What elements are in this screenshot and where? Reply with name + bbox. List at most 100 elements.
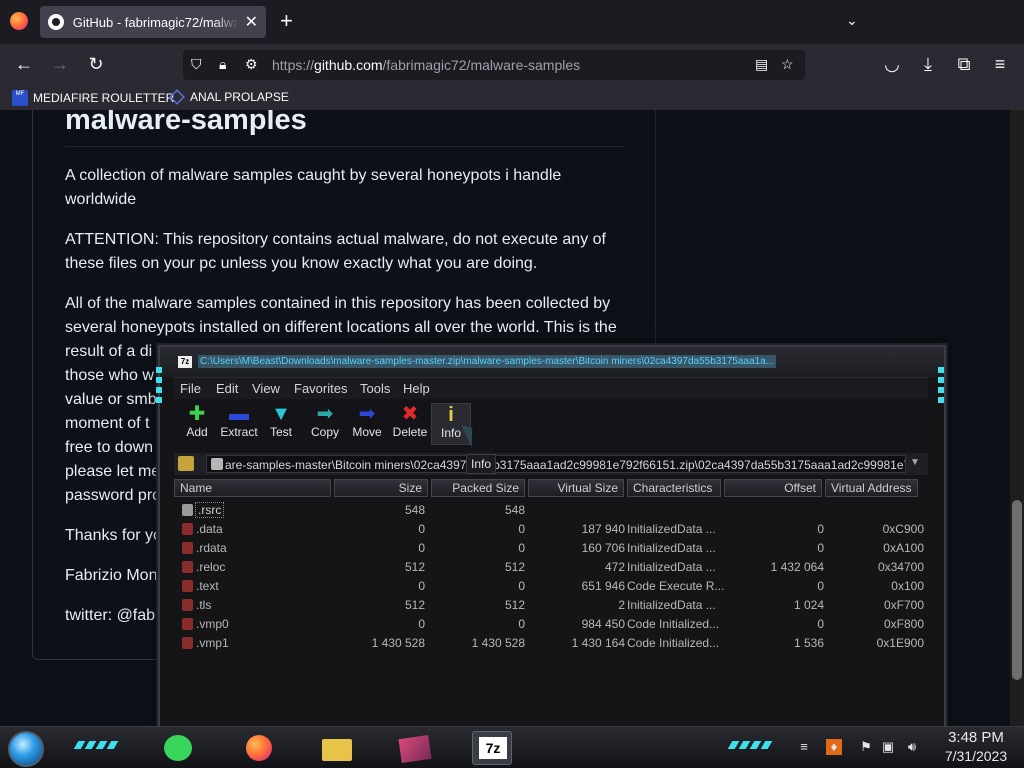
table-row[interactable]: .data 0 0 187 940 InitializedData ... 0 0xC900	[174, 520, 928, 539]
table-row[interactable]: .vmp1 1 430 528 1 430 528 1 430 164 Code Ini…	[174, 634, 928, 653]
sevenzip-taskbar-icon: 7z	[479, 737, 507, 759]
menu-favorites[interactable]: Favorites	[294, 381, 347, 396]
start-button[interactable]	[8, 731, 44, 767]
new-tab-button[interactable]: +	[280, 10, 293, 32]
chevron-down-icon[interactable]: ⌄	[846, 12, 858, 29]
menu-edit[interactable]: Edit	[216, 381, 238, 396]
extract-button[interactable]: ▬ Extract	[216, 403, 262, 439]
title-divider	[65, 146, 625, 147]
table-row[interactable]: .rsrc 548 548	[174, 501, 928, 520]
tray-app-icon[interactable]: ♦	[826, 739, 842, 755]
file-icon	[182, 542, 193, 554]
system-clock[interactable]: 3:48 PM 7/31/2023	[936, 729, 1016, 765]
cell-virtual-size: 472	[604, 560, 625, 574]
file-icon	[182, 561, 193, 573]
url-text[interactable]: https://github.com/fabrimagic72/malware-…	[272, 57, 580, 73]
menu-view[interactable]: View	[252, 381, 280, 396]
sevenzip-taskbar-button[interactable]: 7z	[472, 731, 512, 765]
table-row[interactable]: .tls 512 512 2 InitializedData ... 1 024 0xF70…	[174, 596, 928, 615]
clock-time: 3:48 PM	[948, 729, 1004, 746]
spotify-icon[interactable]	[158, 731, 198, 765]
page-scrollbar[interactable]	[1010, 110, 1024, 726]
lock-icon[interactable]: 🔒︎	[219, 56, 226, 73]
cell-packed-size: 512	[504, 598, 525, 612]
media-player-icon[interactable]	[394, 731, 434, 765]
pocket-icon[interactable]: ◡	[881, 54, 903, 74]
url-bar[interactable]: ⛉ 🔒︎ ⚙ https://github.com/fabrimagic72/m…	[183, 50, 805, 80]
bookmark-label: MEDIAFIRE ROULETTER	[33, 91, 175, 105]
window-titlebar[interactable]: 7z C:\Users\M\Beast\Downloads\malware-sa…	[160, 347, 944, 377]
cell-offset: 1 536	[793, 636, 824, 650]
tab-title: GitHub - fabrimagic72/malware-samples	[72, 14, 239, 30]
reader-view-icon[interactable]: ▤	[755, 56, 768, 73]
cell-size: 512	[404, 598, 425, 612]
forward-arrow-icon[interactable]: →	[49, 54, 71, 74]
browser-tab[interactable]: GitHub - fabrimagic72/malware-samples ✕	[40, 6, 266, 38]
cell-packed-size: 548	[504, 503, 525, 517]
file-explorer-icon[interactable]	[316, 731, 356, 765]
bookmark-folder[interactable]: ANAL PROLAPSE	[169, 89, 289, 105]
network-icon[interactable]: ▣	[880, 739, 896, 755]
cell-name: .data	[196, 522, 223, 536]
action-center-icon[interactable]: ⚑	[858, 739, 874, 755]
folder-up-icon[interactable]	[178, 456, 194, 471]
cell-packed-size: 1 430 528	[471, 636, 525, 650]
col-characteristics[interactable]: Characteristics	[627, 479, 721, 497]
test-button[interactable]: ▼ Test	[258, 403, 304, 439]
dropdown-arrow-icon[interactable]: ▼	[910, 457, 920, 468]
cell-size: 512	[404, 560, 425, 574]
cell-size: 0	[418, 541, 425, 555]
col-size[interactable]: Size	[334, 479, 428, 497]
menu-icon[interactable]: ≡	[989, 54, 1011, 74]
volume-icon[interactable]: 🔊︎	[904, 739, 920, 755]
shield-icon[interactable]: ⛉	[191, 56, 202, 73]
back-arrow-icon[interactable]: ←	[13, 54, 35, 74]
cell-characteristics: InitializedData ...	[627, 598, 716, 612]
reload-icon[interactable]: ↻	[85, 54, 107, 74]
cell-offset: 1 024	[793, 598, 824, 612]
delete-button[interactable]: ✖ Delete	[387, 403, 433, 439]
move-arrow-icon: ➡	[358, 403, 376, 425]
check-icon: ▼	[271, 403, 291, 425]
menu-help[interactable]: Help	[403, 381, 430, 396]
menu-file[interactable]: File	[180, 381, 201, 396]
file-icon	[182, 523, 193, 535]
cell-name: .vmp1	[196, 636, 229, 650]
delete-x-icon: ✖	[401, 403, 419, 425]
table-row[interactable]: .rdata 0 0 160 706 InitializedData ... 0 0xA10…	[174, 539, 928, 558]
table-row[interactable]: .reloc 512 512 472 InitializedData ... 1 432 …	[174, 558, 928, 577]
col-offset[interactable]: Offset	[724, 479, 822, 497]
address-field[interactable]: are-samples-master\Bitcoin miners\02ca43…	[206, 455, 906, 473]
download-icon[interactable]: ⤓	[917, 54, 939, 74]
show-hidden-icons-icon[interactable]: ≡	[796, 739, 812, 755]
plus-icon: ✚	[188, 403, 206, 425]
add-button[interactable]: ✚ Add	[174, 403, 220, 439]
close-icon[interactable]: ✕	[245, 12, 258, 32]
firefox-icon[interactable]	[10, 12, 28, 30]
col-virtual-address[interactable]: Virtual Address	[825, 479, 918, 497]
scrollbar-thumb[interactable]	[1012, 500, 1022, 680]
cell-name: .vmp0	[196, 617, 229, 631]
cell-offset: 0	[817, 541, 824, 555]
move-button[interactable]: ➡ Move	[344, 403, 390, 439]
window-title: C:\Users\M\Beast\Downloads\malware-sampl…	[198, 355, 777, 368]
cell-packed-size: 0	[518, 522, 525, 536]
firefox-taskbar-icon[interactable]	[238, 731, 278, 765]
menu-tools[interactable]: Tools	[360, 381, 390, 396]
menu-bar: File Edit View Favorites Tools Help	[174, 377, 928, 399]
cell-size: 548	[404, 503, 425, 517]
col-packed-size[interactable]: Packed Size	[431, 479, 525, 497]
copy-button[interactable]: ➡ Copy	[302, 403, 348, 439]
sevenzip-logo-icon: 7z	[178, 356, 192, 368]
permissions-icon[interactable]: ⚙	[245, 56, 258, 73]
table-row[interactable]: .text 0 0 651 946 Code Execute R... 0 0x100	[174, 577, 928, 596]
bookmark-star-icon[interactable]: ☆	[781, 56, 794, 73]
github-icon	[48, 14, 64, 30]
table-row[interactable]: .vmp0 0 0 984 450 Code Initialized... 0 0xF800	[174, 615, 928, 634]
cell-characteristics: InitializedData ...	[627, 560, 716, 574]
col-virtual-size[interactable]: Virtual Size	[528, 479, 624, 497]
col-name[interactable]: Name	[174, 479, 331, 497]
bookmark-mediafire[interactable]: MF MEDIAFIRE ROULETTER	[12, 90, 174, 106]
extensions-icon[interactable]: ⧉	[953, 54, 975, 74]
cell-virtual-address: 0x100	[891, 579, 924, 593]
